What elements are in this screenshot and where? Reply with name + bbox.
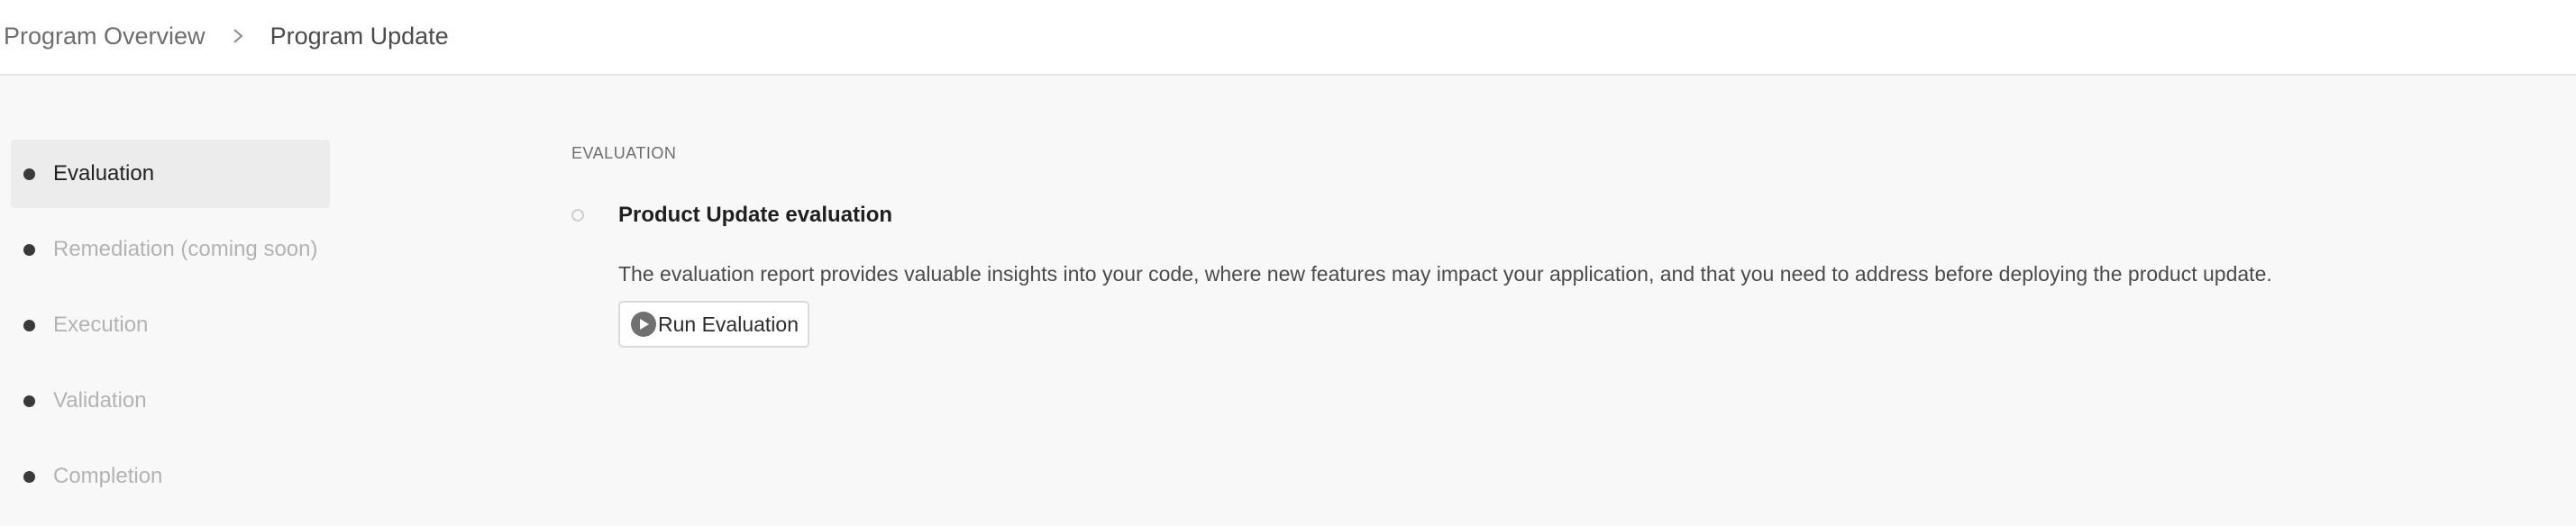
- step-evaluation[interactable]: Evaluation: [11, 140, 330, 208]
- step-label: Completion: [53, 464, 163, 488]
- step-validation: Validation: [11, 367, 330, 435]
- step-label: Remediation (coming soon): [53, 237, 318, 261]
- section-label: EVALUATION: [571, 144, 677, 162]
- step-label: Execution: [53, 313, 149, 337]
- chevron-right-icon: [222, 20, 254, 52]
- step-bullet-icon: [23, 319, 35, 331]
- run-evaluation-label: Run Evaluation: [658, 312, 799, 336]
- step-remediation: Remediation (coming soon): [11, 215, 330, 284]
- status-circle-icon: [571, 209, 584, 222]
- evaluation-description: The evaluation report provides valuable …: [618, 262, 2272, 286]
- evaluation-item: Product Update evaluation The evaluation…: [571, 200, 2536, 348]
- play-circle-icon: [631, 312, 656, 337]
- step-bullet-icon: [23, 243, 35, 256]
- breadcrumb-program-overview[interactable]: Program Overview: [4, 23, 206, 50]
- step-bullet-icon: [23, 394, 35, 407]
- top-header: Program Overview Program Update: [0, 0, 2576, 76]
- evaluation-panel: EVALUATION Product Update evaluation The…: [571, 142, 2536, 348]
- step-label: Validation: [53, 388, 147, 413]
- step-completion: Completion: [11, 442, 330, 511]
- step-bullet-icon: [23, 470, 35, 483]
- step-bullet-icon: [23, 168, 35, 180]
- step-label: Evaluation: [53, 161, 155, 186]
- step-execution: Execution: [11, 291, 330, 359]
- step-list: Evaluation Remediation (coming soon) Exe…: [11, 140, 330, 518]
- breadcrumb: Program Overview Program Update: [4, 20, 449, 52]
- breadcrumb-program-update: Program Update: [269, 22, 449, 50]
- run-evaluation-button[interactable]: Run Evaluation: [618, 301, 809, 348]
- evaluation-title: Product Update evaluation: [618, 203, 893, 227]
